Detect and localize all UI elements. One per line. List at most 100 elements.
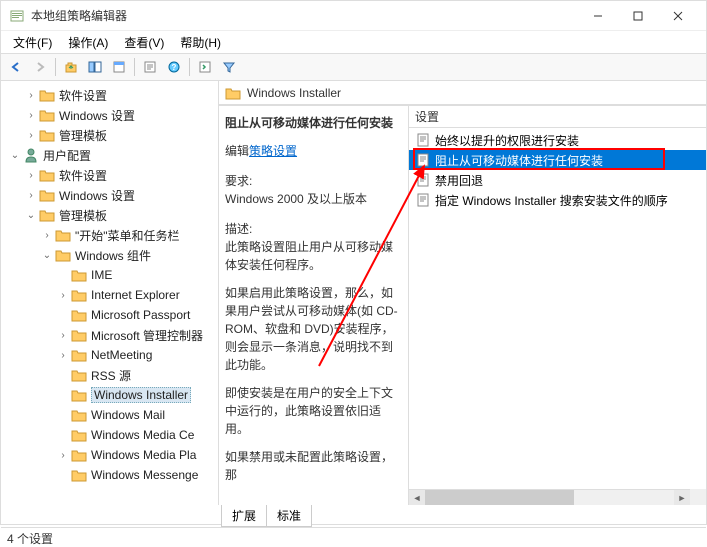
tree-item-label: Windows 设置 [59,107,135,124]
tree-toggle-icon[interactable]: › [25,130,37,141]
filter-button[interactable] [218,56,240,78]
tree-toggle-icon[interactable]: › [57,330,69,341]
requirements-section: 要求: Windows 2000 及以上版本 [225,172,402,208]
tree-toggle-icon[interactable]: ⌄ [25,210,37,221]
tab-extended[interactable]: 扩展 [221,505,267,527]
tree-toggle-icon[interactable]: › [57,290,69,301]
list-row[interactable]: 始终以提升的权限进行安装 [409,130,706,150]
folder-icon [39,107,55,123]
tree-item[interactable]: › 软件设置 [1,165,218,185]
export-button[interactable] [139,56,161,78]
list-row[interactable]: 指定 Windows Installer 搜索安装文件的顺序 [409,190,706,210]
policy-icon [415,192,431,208]
tree-item-label: 用户配置 [43,147,91,164]
folder-icon [55,247,71,263]
tree-toggle-icon[interactable]: › [57,450,69,461]
tree-item[interactable]: ⌄ Windows 组件 [1,245,218,265]
tree-toggle-icon[interactable]: › [57,350,69,361]
tree-item[interactable]: Windows Mail [1,405,218,425]
main-area: ›软件设置›Windows 设置›管理模板⌄用户配置›软件设置›Windows … [1,81,706,505]
maximize-button[interactable] [618,2,658,30]
help-button[interactable]: ? [163,56,185,78]
tree-item[interactable]: RSS 源 [1,365,218,385]
forward-button[interactable] [29,56,51,78]
tree-item[interactable]: ›Internet Explorer [1,285,218,305]
edit-policy-link[interactable]: 策略设置 [249,144,297,158]
edit-prefix: 编辑 [225,144,249,158]
column-settings[interactable]: 设置 [415,108,439,125]
tree-item[interactable]: Windows Messenge [1,465,218,485]
toolbar-separator [55,58,56,76]
tree-item[interactable]: ›Microsoft 管理控制器 [1,325,218,345]
tree-item-label: 管理模板 [59,127,107,144]
tree-item[interactable]: › Windows Media Pla [1,445,218,465]
horizontal-scrollbar[interactable]: ◄ ► [409,489,690,505]
properties-button[interactable] [108,56,130,78]
tree-item-label: 软件设置 [59,167,107,184]
tree-item[interactable]: › Windows 设置 [1,185,218,205]
folder-icon [71,407,87,423]
content-header: Windows Installer [219,81,706,105]
scroll-track[interactable] [425,490,674,505]
minimize-button[interactable] [578,2,618,30]
scroll-thumb[interactable] [425,490,574,505]
scroll-corner [690,489,706,505]
folder-icon [39,127,55,143]
tree-item[interactable]: › Windows 设置 [1,105,218,125]
menu-help[interactable]: 帮助(H) [172,32,229,53]
toolbar: ? [1,53,706,81]
tab-standard[interactable]: 标准 [266,505,312,527]
tree-item-label: Windows Media Pla [91,448,196,462]
tree-toggle-icon[interactable]: › [25,170,37,181]
scroll-right-button[interactable]: ► [674,490,690,505]
show-hide-tree-button[interactable] [84,56,106,78]
menu-action[interactable]: 操作(A) [60,32,116,53]
tree-toggle-icon[interactable]: › [25,90,37,101]
refresh-button[interactable] [194,56,216,78]
statusbar: 4 个设置 [1,527,706,547]
menu-view[interactable]: 查看(V) [116,32,172,53]
tree-item-label: Windows 设置 [59,187,135,204]
tree-toggle-icon[interactable]: ⌄ [9,150,21,161]
up-button[interactable] [60,56,82,78]
close-button[interactable] [658,2,698,30]
folder-icon [39,187,55,203]
scroll-left-button[interactable]: ◄ [409,490,425,505]
tree-item-label: Windows Messenge [91,468,198,482]
tree-item-label: IME [91,268,112,282]
tree-item[interactable]: ›软件设置 [1,85,218,105]
window-title: 本地组策略编辑器 [31,7,578,24]
tree-toggle-icon[interactable]: ⌄ [41,250,53,261]
details-panel: 阻止从可移动媒体进行任何安装 编辑策略设置 要求: Windows 2000 及… [219,106,409,505]
tree-item-label: Windows 组件 [75,247,151,264]
tree-item[interactable]: › 管理模板 [1,125,218,145]
policy-icon [415,132,431,148]
tree-item[interactable]: ›NetMeeting [1,345,218,365]
tree-panel[interactable]: ›软件设置›Windows 设置›管理模板⌄用户配置›软件设置›Windows … [1,81,219,505]
list-row[interactable]: 阻止从可移动媒体进行任何安装 [409,150,706,170]
menu-file[interactable]: 文件(F) [5,32,60,53]
menubar: 文件(F) 操作(A) 查看(V) 帮助(H) [1,31,706,53]
list-header[interactable]: 设置 [409,106,706,128]
tree-item-label: Windows Mail [91,408,165,422]
content-body: 阻止从可移动媒体进行任何安装 编辑策略设置 要求: Windows 2000 及… [219,105,706,505]
folder-icon [71,467,87,483]
tree-toggle-icon[interactable]: › [41,230,53,241]
tree-item[interactable]: Microsoft Passport [1,305,218,325]
back-button[interactable] [5,56,27,78]
tree-item[interactable]: ⌄ 用户配置 [1,145,218,165]
folder-icon [39,87,55,103]
requirements-label: 要求: [225,172,402,190]
tree-item[interactable]: Windows Installer [1,385,218,405]
tree-item[interactable]: IME [1,265,218,285]
tree-item[interactable]: ⌄管理模板 [1,205,218,225]
tree-item[interactable]: Windows Media Ce [1,425,218,445]
app-icon [9,8,25,24]
list-row[interactable]: 禁用回退 [409,170,706,190]
description-p1: 此策略设置阻止用户从可移动媒体安装任何程序。 [225,238,402,274]
policy-icon [415,172,431,188]
tree-toggle-icon[interactable]: › [25,110,37,121]
tree-toggle-icon[interactable]: › [25,190,37,201]
description-section: 描述: 此策略设置阻止用户从可移动媒体安装任何程序。 如果启用此策略设置，那么，… [225,220,402,484]
tree-item[interactable]: ›"开始"菜单和任务栏 [1,225,218,245]
